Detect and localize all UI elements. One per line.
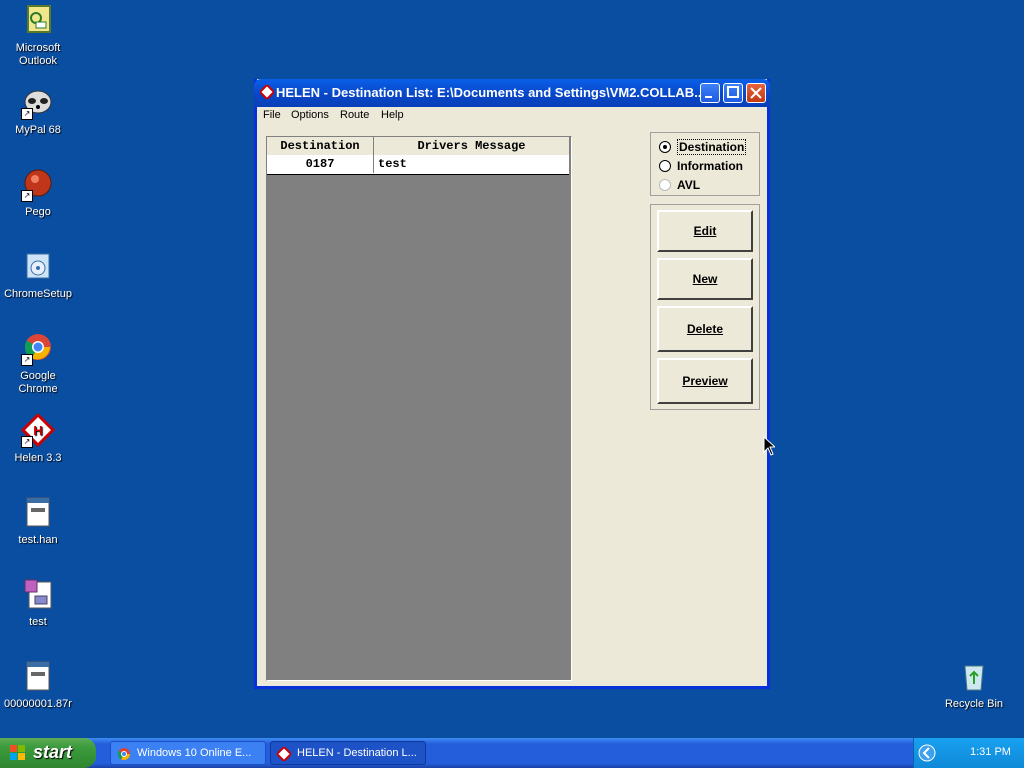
maximize-button[interactable] [723,83,743,103]
radio-label: Destination [677,139,747,155]
shortcut-arrow-icon: ↗ [21,190,33,202]
file-document-icon [21,496,55,530]
cell-destination[interactable]: 0187 [267,155,374,173]
desktop-icon-label: MyPal 68 [15,124,61,136]
taskbar-item-helen[interactable]: HELEN - Destination L... [270,741,426,765]
desktop-icon-label: Pego [25,206,51,218]
svg-text:H: H [33,423,42,438]
shortcut-arrow-icon: ↗ [21,354,33,366]
outlook-icon [21,4,55,38]
maximize-icon [727,86,739,98]
mouse-cursor-icon [763,436,775,456]
windows-flag-icon [10,745,25,760]
chrome-icon: ↗ [21,332,55,366]
menu-route[interactable]: Route [340,109,369,121]
desktop-icon-label: ChromeSetup [4,288,72,300]
new-button[interactable]: New [657,258,753,300]
desktop-icon-outlook[interactable]: Microsoft Outlook [0,4,76,68]
mypal-raccoon-icon: ↗ [21,86,55,120]
desktop-icon-label: test [29,616,47,628]
helen-app-icon[interactable] [258,83,276,101]
taskbar-item-label: HELEN - Destination L... [297,747,417,759]
desktop-icon-test[interactable]: test [0,578,76,629]
minimize-button[interactable] [700,83,720,103]
desktop-icon-test-han[interactable]: test.han [0,496,76,547]
start-button[interactable]: start [0,738,96,768]
minimize-icon [705,96,712,98]
radio-destination[interactable]: Destination [659,139,747,155]
desktop-icon-google-chrome[interactable]: ↗ Google Chrome [0,332,76,396]
desktop-icon-label: Helen 3.3 [14,452,62,464]
helen-app-icon [277,747,291,761]
menu-options[interactable]: Options [291,109,329,121]
shortcut-arrow-icon: ↗ [21,108,33,120]
helen-diamond-icon: H ↗ [20,412,56,448]
column-header-drivers-message[interactable]: Drivers Message [374,137,569,155]
close-button[interactable] [746,83,766,103]
window-titlebar[interactable]: HELEN - Destination List: E:\Documents a… [254,79,770,107]
delete-button[interactable]: Delete [657,306,753,352]
helen-window: HELEN - Destination List: E:\Documents a… [254,79,770,689]
desktop-icon-87r-file[interactable]: 00000001.87r [0,660,76,711]
clock[interactable]: 1:31 PM [970,746,1011,758]
radio-selected-icon [659,141,671,153]
desktop-icon-label: Microsoft Outlook [15,42,61,67]
radio-unselected-icon [659,160,671,172]
destination-grid[interactable]: Destination Drivers Message 0187 test [266,136,572,681]
recycle-bin-icon [957,660,991,694]
taskbar-item-windows10-online[interactable]: Windows 10 Online E... [110,741,266,765]
shortcut-arrow-icon: ↗ [21,436,33,448]
window-title: HELEN - Destination List: E:\Documents a… [276,85,706,100]
menu-bar: File Options Route Help [257,107,767,125]
desktop-icon-chromesetup[interactable]: ChromeSetup [0,250,76,301]
grid-header: Destination Drivers Message [267,137,569,155]
file-document-icon [21,660,55,694]
radio-avl[interactable]: AVL [659,178,700,192]
table-row[interactable]: 0187 test [267,155,569,175]
cell-drivers-message[interactable]: test [374,155,569,173]
system-tray: 1:31 PM [913,738,1024,768]
radio-information[interactable]: Information [659,159,743,173]
installer-icon [21,250,55,284]
radio-label: Information [677,159,743,173]
desktop-icon-label: Google Chrome [18,370,58,395]
radio-label: AVL [677,178,701,192]
show-hidden-icons-icon[interactable] [918,744,936,762]
pego-icon: ↗ [21,168,55,202]
taskbar: start Windows 10 Online E... HELEN - Des… [0,738,1024,768]
chrome-icon [117,748,130,761]
edit-button[interactable]: Edit [657,210,753,252]
action-button-group: Edit New Delete Preview [650,204,760,410]
menu-file[interactable]: File [263,109,281,121]
close-icon [750,87,762,99]
menu-help[interactable]: Help [381,109,404,121]
desktop-icon-mypal[interactable]: ↗ MyPal 68 [0,86,76,137]
desktop-icon-label: Recycle Bin [944,698,1004,710]
desktop-icon-recycle-bin[interactable]: Recycle Bin [936,660,1012,711]
view-radio-group: Destination Information AVL [650,132,760,196]
start-label: start [33,742,73,762]
registry-file-icon [21,578,55,612]
radio-unselected-icon [659,179,671,191]
column-header-destination[interactable]: Destination [267,137,374,155]
desktop-icon-label: test.han [18,534,58,546]
desktop-icon-label: 00000001.87r [4,698,72,710]
preview-button[interactable]: Preview [657,358,753,404]
desktop-icon-helen[interactable]: H ↗ Helen 3.3 [0,412,76,465]
taskbar-item-label: Windows 10 Online E... [137,747,252,759]
desktop-icon-pego[interactable]: ↗ Pego [0,168,76,219]
